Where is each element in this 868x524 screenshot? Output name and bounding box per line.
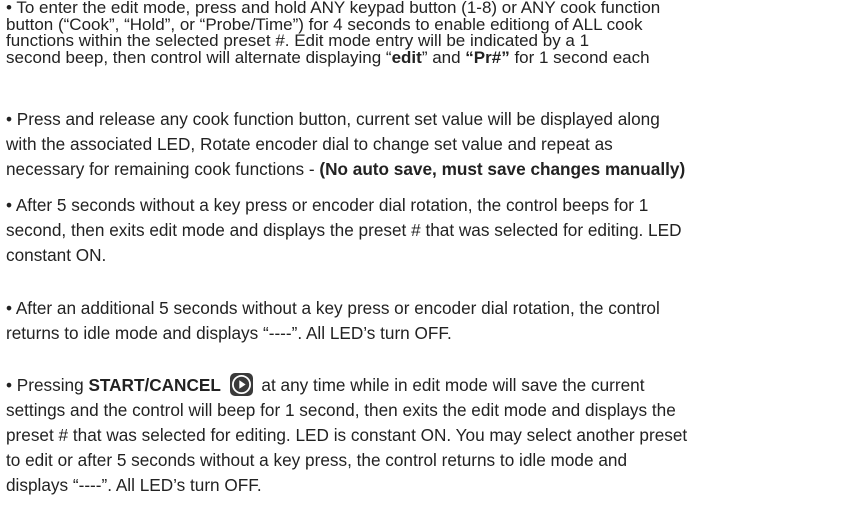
instruction-change-values: • Press and release any cook function bu… [6,107,864,182]
text-line: settings and the control will beep for 1… [6,400,676,420]
text-line: second beep, then control will alternate… [6,47,864,67]
text-line: preset # that was selected for editing. … [6,425,688,445]
instruction-enter-edit-mode: • To enter the edit mode, press and hold… [6,0,864,66]
text-line: second, then exits edit mode and display… [6,220,682,240]
text-line: returns to idle mode and displays “----”… [6,323,452,343]
text-line: • After 5 seconds without a key press or… [6,195,649,215]
edit-keyword: edit [391,47,422,67]
text-line: necessary for remaining cook functions -… [6,157,864,182]
text-line: displays “----”. All LED’s turn OFF. [6,475,262,495]
text-line: • After an additional 5 seconds without … [6,298,660,318]
text-run: at any time while in edit mode will save… [256,375,645,395]
instruction-idle-return: • After an additional 5 seconds without … [6,296,864,346]
text-run: ” and [421,47,466,67]
text-line: • Press and release any cook function bu… [6,109,660,129]
text-line: to edit or after 5 seconds without a key… [6,450,627,470]
text-line: constant ON. [6,245,107,265]
text-run: • Pressing [6,375,89,395]
text-run: necessary for remaining cook functions - [6,159,320,179]
text-line: • Pressing START/CANCEL at any time whil… [6,373,864,398]
text-line: with the associated LED, Rotate encoder … [6,134,613,154]
pr-keyword: “Pr#” [465,47,510,67]
instruction-save-settings: • Pressing START/CANCEL at any time whil… [6,373,864,498]
text-run: for 1 second each [509,47,650,67]
text-run: second beep, then control will alternate… [6,47,392,67]
no-auto-save-note: (No auto save, must save changes manuall… [319,159,686,179]
start-cancel-keyword: START/CANCEL [88,375,221,395]
play-button-icon [229,373,253,396]
instruction-timeout-exit: • After 5 seconds without a key press or… [6,193,864,268]
